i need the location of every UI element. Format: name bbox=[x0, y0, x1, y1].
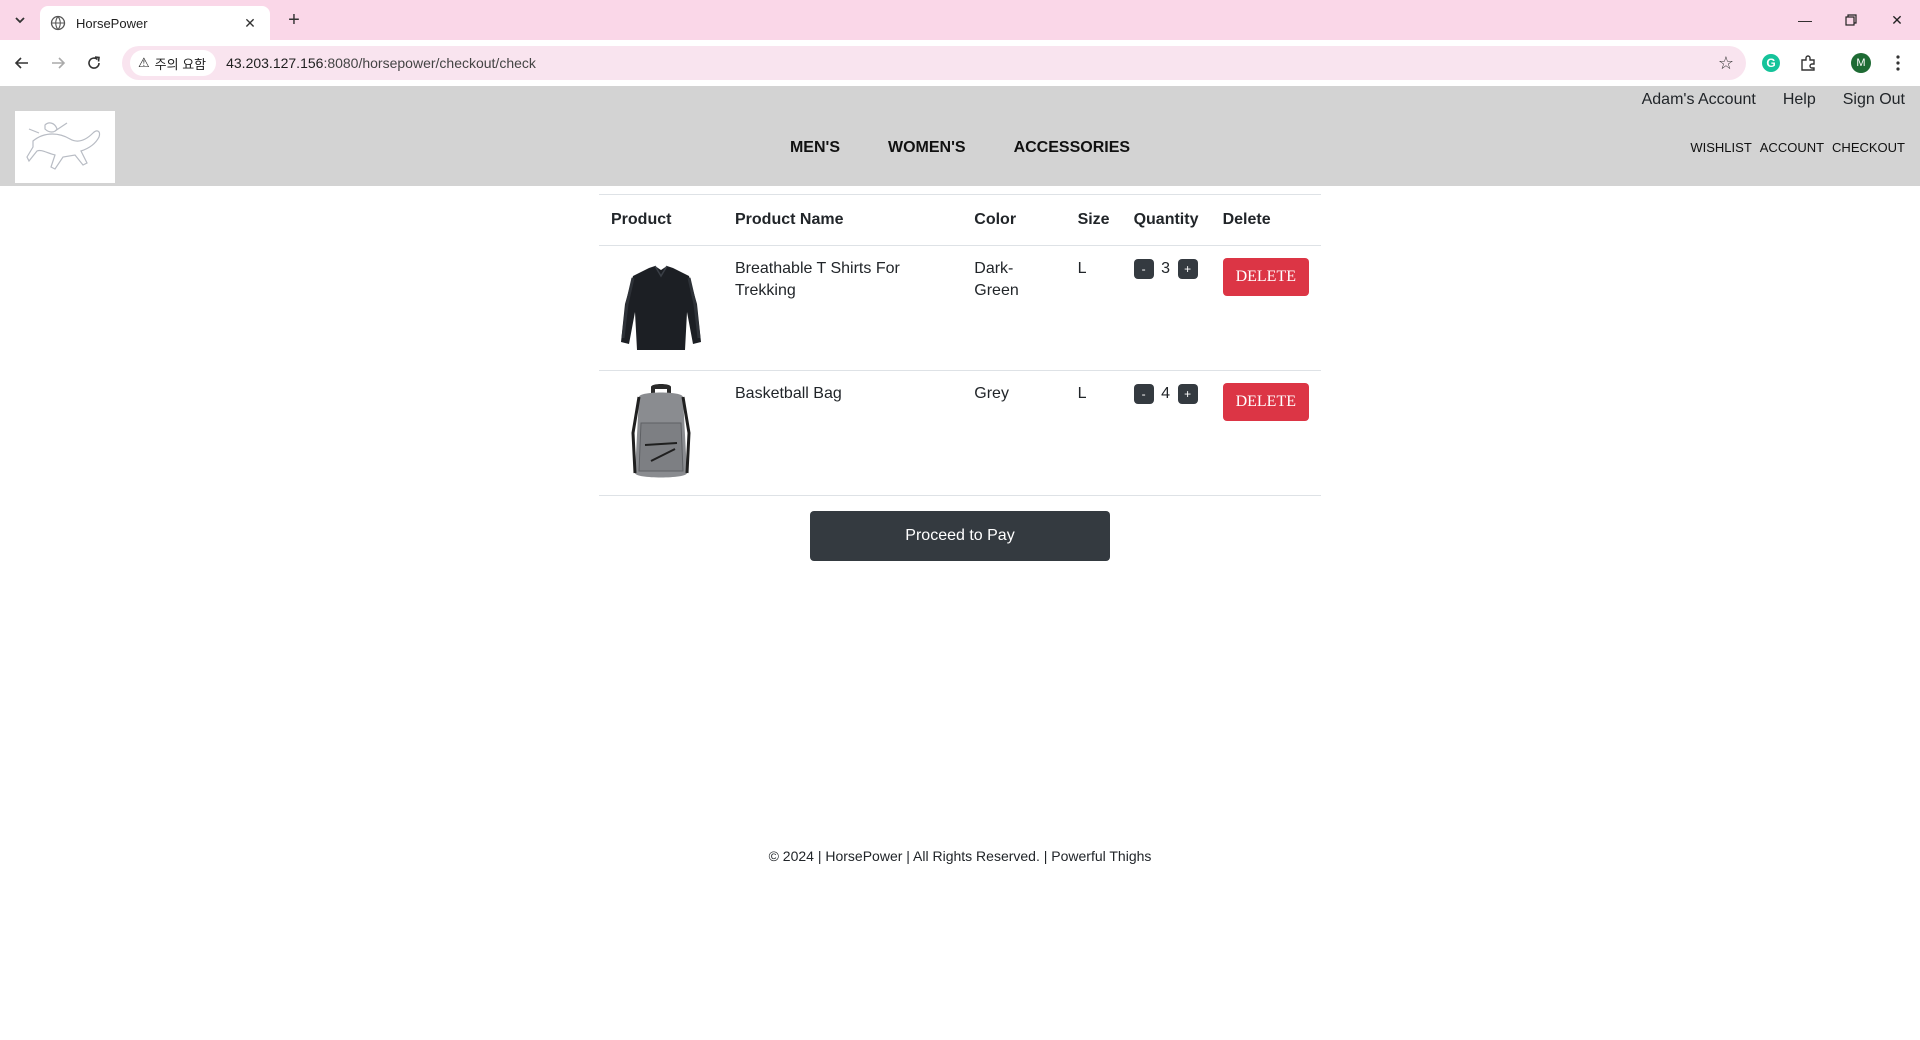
product-color: Dark-Green bbox=[962, 245, 1066, 371]
increase-quantity-button[interactable]: + bbox=[1177, 259, 1198, 279]
checkout-link[interactable]: CHECKOUT bbox=[1832, 138, 1905, 158]
url-host: 43.203.127.156 bbox=[226, 55, 324, 71]
nav-accessories[interactable]: ACCESSORIES bbox=[1014, 136, 1130, 160]
close-tab-icon[interactable]: ✕ bbox=[240, 15, 260, 32]
decrease-quantity-button[interactable]: - bbox=[1133, 259, 1154, 279]
site-header: Adam's Account Help Sign Out MEN'S WOMEN… bbox=[0, 86, 1920, 186]
quantity-cell: - 4 + bbox=[1121, 370, 1211, 496]
table-row: Breathable T Shirts For Trekking Dark-Gr… bbox=[599, 245, 1321, 371]
quantity-value: 3 bbox=[1161, 260, 1171, 277]
footer-copyright: © 2024 | HorsePower | All Rights Reserve… bbox=[768, 848, 1152, 864]
account-links: Adam's Account Help Sign Out bbox=[1615, 88, 1905, 112]
profile-avatar[interactable]: M bbox=[1849, 51, 1873, 75]
column-header-product: Product bbox=[599, 194, 723, 246]
extensions-puzzle-icon[interactable] bbox=[1796, 51, 1820, 75]
browser-toolbar: ⚠ 주의 요함 43.203.127.156:8080/horsepower/c… bbox=[0, 40, 1920, 86]
browser-tab[interactable]: HorsePower ✕ bbox=[40, 6, 270, 40]
wishlist-link[interactable]: WISHLIST bbox=[1690, 138, 1751, 158]
cart-table-container: Product Product Name Color Size Quantity… bbox=[599, 194, 1321, 496]
product-image-backpack[interactable] bbox=[611, 383, 711, 483]
delete-button[interactable]: DELETE bbox=[1222, 383, 1309, 421]
product-name: Basketball Bag bbox=[723, 370, 963, 496]
product-name: Breathable T Shirts For Trekking bbox=[723, 245, 963, 371]
minimize-icon[interactable]: — bbox=[1782, 0, 1828, 40]
quantity-stepper: - 4 + bbox=[1133, 383, 1199, 405]
table-header-row: Product Product Name Color Size Quantity… bbox=[599, 194, 1321, 246]
url-text: 43.203.127.156:8080/horsepower/checkout/… bbox=[226, 55, 536, 71]
delete-cell: DELETE bbox=[1210, 370, 1321, 496]
delete-button[interactable]: DELETE bbox=[1222, 258, 1309, 296]
back-icon[interactable] bbox=[10, 51, 34, 75]
utility-links: WISHLIST ACCOUNT CHECKOUT bbox=[1682, 138, 1905, 158]
browser-tabstrip: HorsePower ✕ + — ✕ bbox=[0, 0, 1920, 40]
product-image-shirt[interactable] bbox=[611, 258, 711, 358]
quantity-stepper: - 3 + bbox=[1133, 258, 1199, 280]
proceed-to-pay-button[interactable]: Proceed to Pay bbox=[810, 511, 1110, 561]
warning-icon: ⚠ bbox=[138, 55, 150, 70]
decrease-quantity-button[interactable]: - bbox=[1133, 384, 1154, 404]
security-chip-label: 주의 요함 bbox=[154, 56, 207, 72]
restore-icon[interactable] bbox=[1828, 0, 1874, 40]
account-page-link[interactable]: ACCOUNT bbox=[1760, 138, 1824, 158]
nav-mens[interactable]: MEN'S bbox=[790, 136, 840, 160]
browser-menu-icon[interactable] bbox=[1886, 51, 1910, 75]
account-link[interactable]: Adam's Account bbox=[1642, 88, 1756, 112]
product-image-cell bbox=[599, 245, 723, 371]
forward-icon[interactable] bbox=[46, 51, 70, 75]
quantity-cell: - 3 + bbox=[1121, 245, 1211, 371]
column-header-size: Size bbox=[1065, 194, 1122, 246]
quantity-value: 4 bbox=[1161, 385, 1171, 402]
globe-icon bbox=[50, 15, 66, 31]
tab-list-chevron-icon[interactable] bbox=[8, 8, 32, 32]
tab-title: HorsePower bbox=[76, 15, 148, 31]
delete-cell: DELETE bbox=[1210, 245, 1321, 371]
table-row: Basketball Bag Grey L - 4 + DELETE bbox=[599, 370, 1321, 496]
column-header-color: Color bbox=[962, 194, 1066, 246]
column-header-delete: Delete bbox=[1210, 194, 1321, 246]
column-header-product-name: Product Name bbox=[723, 194, 963, 246]
url-path: :8080/horsepower/checkout/check bbox=[323, 55, 536, 71]
increase-quantity-button[interactable]: + bbox=[1177, 384, 1198, 404]
product-image-cell bbox=[599, 370, 723, 496]
reload-icon[interactable] bbox=[82, 51, 106, 75]
close-window-icon[interactable]: ✕ bbox=[1874, 0, 1920, 40]
address-bar[interactable]: ⚠ 주의 요함 43.203.127.156:8080/horsepower/c… bbox=[122, 46, 1746, 80]
product-size: L bbox=[1065, 370, 1122, 496]
help-link[interactable]: Help bbox=[1783, 88, 1816, 112]
security-chip[interactable]: ⚠ 주의 요함 bbox=[130, 50, 217, 76]
product-color: Grey bbox=[962, 370, 1066, 496]
sign-out-link[interactable]: Sign Out bbox=[1843, 88, 1905, 112]
bookmark-star-icon[interactable]: ☆ bbox=[1718, 53, 1734, 74]
nav-womens[interactable]: WOMEN'S bbox=[888, 136, 966, 160]
product-size: L bbox=[1065, 245, 1122, 371]
grammarly-extension-icon[interactable]: G bbox=[1759, 51, 1783, 75]
new-tab-icon[interactable]: + bbox=[282, 8, 306, 32]
cart-table: Product Product Name Color Size Quantity… bbox=[599, 194, 1321, 496]
main-nav: MEN'S WOMEN'S ACCESSORIES bbox=[0, 136, 1920, 160]
column-header-quantity: Quantity bbox=[1121, 194, 1211, 246]
